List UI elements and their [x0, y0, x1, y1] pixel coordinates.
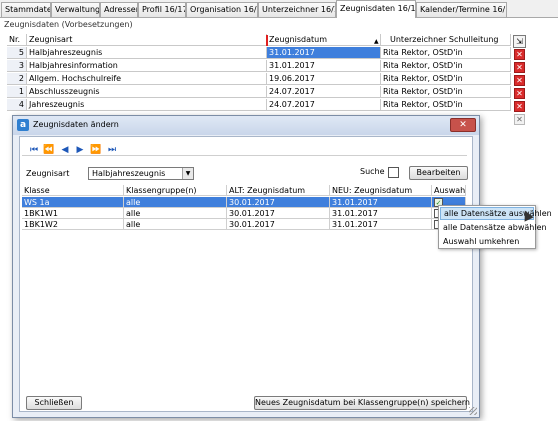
header-klassengruppe[interactable]: Klassengruppe(n)	[124, 185, 227, 196]
dialog-close-icon[interactable]: ✕	[450, 118, 476, 132]
tab-adressen[interactable]: Adressen	[100, 2, 138, 17]
cell-zeugnisart: Halbjahresinformation	[27, 60, 267, 72]
delete-row-icon[interactable]: ✕	[514, 62, 525, 73]
app-logo-icon: a	[17, 119, 29, 131]
cell-zeugnisart: Halbjahreszeugnis	[27, 47, 267, 59]
zeugnisart-value: Halbjahreszeugnis	[92, 169, 166, 178]
sort-up-icon: ▲	[374, 38, 379, 45]
cell-klassengruppe: alle	[124, 208, 227, 219]
delete-row-icon[interactable]: ✕	[514, 101, 525, 112]
divider	[22, 155, 467, 156]
cell-zeugnisart: Allgem. Hochschulreife	[27, 73, 267, 85]
cell-zeugnisdatum[interactable]: 19.06.2017	[267, 73, 381, 85]
zeugnisart-select[interactable]: Halbjahreszeugnis ▼	[88, 167, 194, 180]
export-icon[interactable]: ⇲	[513, 35, 526, 48]
cell-neu-datum[interactable]: 31.01.2017	[330, 208, 432, 219]
header-zeugnisart[interactable]: Zeugnisart	[27, 34, 267, 46]
cell-neu-datum[interactable]: 31.01.2017	[330, 197, 432, 208]
cell-nr: 4	[7, 99, 27, 111]
tab-profil[interactable]: Profil 16/17	[138, 2, 186, 17]
group-title: Zeugnisdaten (Vorbesetzungen)	[4, 20, 133, 29]
close-button[interactable]: Schließen	[26, 396, 82, 410]
cell-zeugnisdatum[interactable]: 31.01.2017	[267, 47, 381, 59]
cell-unterzeichner: Rita Rektor, OStD'in	[381, 86, 511, 98]
cell-nr: 3	[7, 60, 27, 72]
zeugnisart-label: Zeugnisart	[26, 169, 70, 178]
header-neu-datum[interactable]: NEU: Zeugnisdatum	[330, 185, 432, 196]
table-row[interactable]: WS 1a alle 30.01.2017 31.01.2017 ✓	[22, 197, 466, 208]
cell-zeugnisart: Abschlusszeugnis	[27, 86, 267, 98]
header-auswahl[interactable]: Auswahl	[432, 185, 466, 196]
cell-klassengruppe: alle	[124, 219, 227, 230]
zeugnisdaten-dialog: a Zeugnisdaten ändern ✕ ⏮ ⏪ ◀ ▶ ⏩ ⏭ Zeug…	[12, 115, 480, 418]
tab-verwaltung[interactable]: Verwaltung	[51, 2, 100, 17]
table-row[interactable]: 1BK1W2 alle 30.01.2017 31.01.2017	[22, 219, 466, 230]
delete-row-icon[interactable]: ✕	[514, 49, 525, 60]
cell-unterzeichner: Rita Rektor, OStD'in	[381, 99, 511, 111]
cell-zeugnisdatum[interactable]: 31.01.2017	[267, 60, 381, 72]
tab-organisation[interactable]: Organisation 16/17	[186, 2, 258, 17]
delete-row-icon[interactable]: ✕	[514, 75, 525, 86]
dialog-grid-header: Klasse Klassengruppe(n) ALT: Zeugnisdatu…	[22, 185, 466, 196]
delete-row-icon[interactable]: ✕	[514, 88, 525, 99]
cell-zeugnisdatum[interactable]: 24.07.2017	[267, 86, 381, 98]
delete-row-icon[interactable]: ✕	[514, 114, 525, 125]
tab-strip: Stammdaten Verwaltung Adressen Profil 16…	[0, 0, 558, 18]
cell-klasse: 1BK1W1	[22, 208, 124, 219]
cell-alt-datum: 30.01.2017	[227, 208, 330, 219]
tab-stammdaten[interactable]: Stammdaten	[1, 2, 51, 17]
dialog-body: ⏮ ⏪ ◀ ▶ ⏩ ⏭ Zeugnisart Halbjahreszeugnis…	[19, 136, 473, 412]
header-nr[interactable]: Nr.	[7, 34, 27, 46]
cell-klasse: WS 1a	[22, 197, 124, 208]
cell-zeugnisdatum[interactable]: 24.07.2017	[267, 99, 381, 111]
tab-zeugnisdaten[interactable]: Zeugnisdaten 16/17	[336, 0, 416, 18]
cell-nr: 1	[7, 86, 27, 98]
header-zeugnisdatum[interactable]: Zeugnisdatum	[267, 34, 381, 46]
cell-klassengruppe: alle	[124, 197, 227, 208]
sort-marker	[266, 35, 268, 46]
header-alt-datum[interactable]: ALT: Zeugnisdatum	[227, 185, 330, 196]
table-row[interactable]: 1BK1W1 alle 30.01.2017 31.01.2017	[22, 208, 466, 219]
cell-zeugnisart: Jahreszeugnis	[27, 99, 267, 111]
bearbeiten-button[interactable]: Bearbeiten	[409, 166, 468, 180]
header-unterzeichner[interactable]: Unterzeichner Schulleitung	[381, 34, 511, 46]
menu-item-deselect-all[interactable]: alle Datensätze abwählen	[440, 221, 547, 234]
menu-item-invert[interactable]: Auswahl umkehren	[440, 235, 534, 248]
cell-nr: 2	[7, 73, 27, 85]
cell-neu-datum[interactable]: 31.01.2017	[330, 219, 432, 230]
suche-checkbox[interactable]	[388, 167, 399, 178]
tab-kalender[interactable]: Kalender/Termine 16/17	[416, 2, 507, 17]
dialog-titlebar[interactable]: a Zeugnisdaten ändern ✕	[13, 116, 479, 135]
suche-label: Suche	[360, 167, 385, 176]
cell-alt-datum: 30.01.2017	[227, 197, 330, 208]
dialog-title: Zeugnisdaten ändern	[33, 120, 119, 129]
save-button[interactable]: Neues Zeugnisdatum bei Klassengruppe(n) …	[254, 396, 470, 410]
cell-unterzeichner: Rita Rektor, OStD'in	[381, 60, 511, 72]
cell-unterzeichner: Rita Rektor, OStD'in	[381, 47, 511, 59]
cell-alt-datum: 30.01.2017	[227, 219, 330, 230]
resize-grip-icon[interactable]	[469, 407, 477, 415]
header-klasse[interactable]: Klasse	[22, 185, 124, 196]
cell-unterzeichner: Rita Rektor, OStD'in	[381, 73, 511, 85]
cell-nr: 5	[7, 47, 27, 59]
chevron-down-icon[interactable]: ▼	[182, 168, 193, 179]
cell-klasse: 1BK1W2	[22, 219, 124, 230]
tab-unterzeichner[interactable]: Unterzeichner 16/17	[258, 2, 336, 17]
